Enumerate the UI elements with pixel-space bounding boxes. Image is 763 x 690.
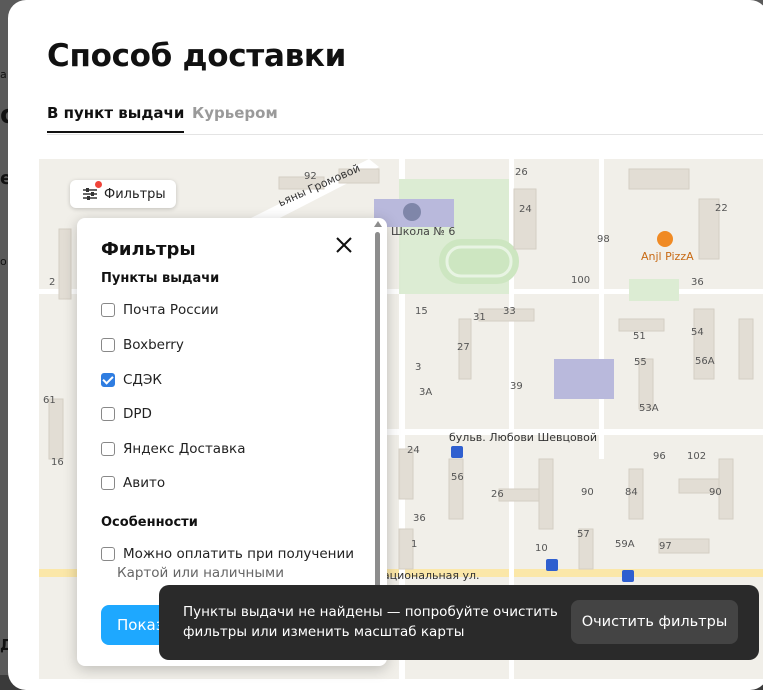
- filter-option-label: Boxberry: [123, 337, 184, 353]
- house-number: 27: [457, 342, 470, 353]
- filters-panel-title: Фильтры: [101, 239, 196, 260]
- filter-option-label: Авито: [123, 475, 166, 491]
- house-number: 55: [634, 357, 647, 368]
- house-number: 57: [577, 529, 590, 540]
- house-number: 59A: [615, 539, 635, 550]
- street-label: бульв. Любови Шевцовой: [449, 431, 598, 444]
- house-number: 3: [415, 362, 422, 373]
- house-number: 16: [51, 457, 64, 468]
- house-number: 100: [571, 275, 591, 286]
- school-building: [554, 359, 614, 399]
- bus-stop-icon: [622, 570, 634, 582]
- house-number: 24: [407, 445, 420, 456]
- house-number: 31: [473, 312, 486, 323]
- house-number: 97: [659, 541, 672, 552]
- filters-button[interactable]: Фильтры: [70, 180, 176, 208]
- filter-option-pay-on-delivery[interactable]: Можно оплатить при получении: [101, 546, 354, 562]
- house-number: 26: [491, 489, 504, 500]
- filter-option-yandex[interactable]: Яндекс Доставка: [101, 441, 245, 457]
- section-pickup-points: Пункты выдачи: [101, 271, 220, 286]
- tab-pickup-point[interactable]: В пункт выдачи: [47, 104, 185, 133]
- background-text-fragment: a: [0, 68, 7, 81]
- close-icon[interactable]: [333, 234, 355, 256]
- house-number: 33: [503, 306, 516, 317]
- bus-stop-icon: [546, 559, 558, 571]
- checkbox[interactable]: [101, 547, 115, 561]
- house-number: 96: [653, 451, 666, 462]
- checkbox-checked[interactable]: [101, 373, 115, 387]
- house-number: 53A: [639, 403, 659, 414]
- checkbox[interactable]: [101, 442, 115, 456]
- filter-option-label: Почта России: [123, 302, 219, 318]
- filter-option-label: Яндекс Доставка: [123, 441, 246, 457]
- house-number: 56A: [695, 356, 715, 367]
- house-number: 10: [535, 543, 548, 554]
- house-number: 98: [597, 234, 610, 245]
- filters-button-label: Фильтры: [104, 186, 166, 202]
- poi-label: Anjl PizzA: [641, 250, 694, 263]
- toast-message: Пункты выдачи не найдены — попробуйте оч…: [183, 604, 558, 640]
- house-number: 84: [625, 487, 638, 498]
- no-results-toast: Пункты выдачи не найдены — попробуйте оч…: [159, 585, 759, 660]
- house-number: 51: [633, 331, 646, 342]
- house-number: 1: [411, 539, 418, 550]
- school-icon: [403, 203, 421, 221]
- house-number: 26: [515, 167, 528, 178]
- house-number: 39: [510, 381, 523, 392]
- house-number: 102: [687, 451, 707, 462]
- filter-option-label: Можно оплатить при получении: [123, 546, 355, 562]
- checkbox[interactable]: [101, 303, 115, 317]
- house-number: 15: [415, 306, 428, 317]
- modal-title: Способ доставки: [47, 38, 347, 74]
- filter-option-boxberry[interactable]: Boxberry: [101, 337, 184, 353]
- background-text-fragment: o: [0, 255, 7, 268]
- house-number: 2: [49, 277, 56, 288]
- house-number: 90: [581, 487, 594, 498]
- house-number: 3A: [419, 387, 433, 398]
- checkbox[interactable]: [101, 407, 115, 421]
- house-number: 36: [691, 277, 704, 288]
- filter-option-pochta[interactable]: Почта России: [101, 302, 219, 318]
- filter-option-label: СДЭК: [123, 372, 162, 388]
- delivery-tabs: В пункт выдачи Курьером: [47, 104, 763, 135]
- house-number: 90: [709, 487, 722, 498]
- tab-courier[interactable]: Курьером: [192, 104, 278, 131]
- filter-option-avito[interactable]: Авито: [101, 475, 165, 491]
- clear-filters-button[interactable]: Очистить фильтры: [571, 600, 738, 644]
- filter-option-sublabel: Картой или наличными: [117, 565, 285, 581]
- poi-label: Школа № 6: [391, 225, 456, 238]
- bus-stop-icon: [451, 446, 463, 458]
- road: [599, 159, 604, 459]
- food-icon: [657, 231, 673, 247]
- park-area: [629, 279, 679, 301]
- house-number: 56: [451, 472, 464, 483]
- house-number: 22: [715, 203, 728, 214]
- filter-option-cdek[interactable]: СДЭК: [101, 372, 162, 388]
- filter-option-label: DPD: [123, 406, 152, 422]
- house-number: 36: [413, 513, 426, 524]
- sliders-icon: [83, 188, 97, 200]
- house-number: 61: [43, 395, 56, 406]
- active-filter-indicator: [95, 181, 102, 188]
- house-number: 54: [691, 327, 704, 338]
- house-number: 92: [304, 171, 317, 182]
- section-features: Особенности: [101, 515, 198, 530]
- house-number: 24: [519, 204, 532, 215]
- checkbox[interactable]: [101, 476, 115, 490]
- checkbox[interactable]: [101, 338, 115, 352]
- filter-option-dpd[interactable]: DPD: [101, 406, 152, 422]
- scroll-up-arrow[interactable]: [374, 221, 382, 227]
